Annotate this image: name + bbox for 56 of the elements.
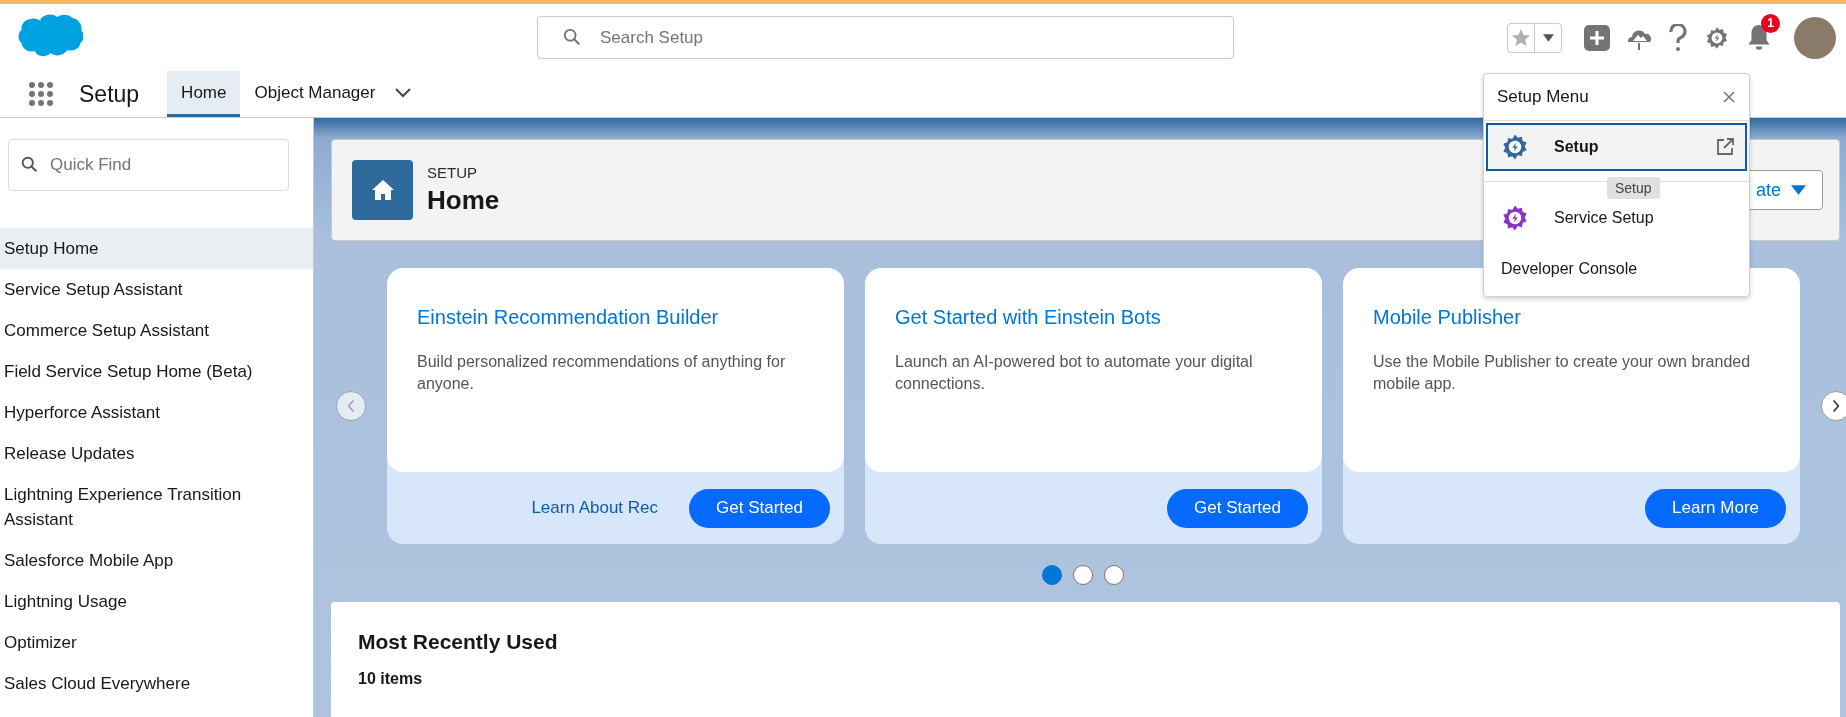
star-icon (1511, 27, 1531, 48)
search-icon (21, 156, 38, 173)
quick-find-field[interactable]: Quick Find (8, 139, 289, 191)
card-title[interactable]: Get Started with Einstein Bots (895, 306, 1292, 329)
card-title[interactable]: Mobile Publisher (1373, 306, 1770, 329)
sidebar-item[interactable]: Commerce Setup Assistant (0, 310, 313, 351)
sidebar-item[interactable]: Optimizer (0, 622, 313, 663)
sidebar-item[interactable]: Lightning Usage (0, 581, 313, 622)
sidebar-item[interactable]: Field Service Setup Home (Beta) (0, 351, 313, 392)
card-description: Use the Mobile Publisher to create your own branded mobile app. (1373, 352, 1752, 394)
sidebar-item[interactable]: Hyperforce Assistant (0, 392, 313, 433)
card-action-button[interactable]: Get Started (1167, 488, 1308, 528)
page-indicator-dot[interactable] (1042, 565, 1062, 585)
card-title[interactable]: Einstein Recommendation Builder (417, 306, 814, 329)
close-icon[interactable] (1723, 91, 1735, 103)
sidebar-item[interactable]: Sales Cloud Everywhere (0, 663, 313, 704)
card-description: Launch an AI-powered bot to automate your digital connections. (895, 352, 1254, 394)
chevron-left-icon (347, 399, 355, 413)
menu-item[interactable]: Developer Console (1484, 242, 1749, 296)
sidebar-item[interactable]: Release Updates (0, 433, 313, 474)
card-action-button[interactable]: Learn More (1645, 488, 1786, 528)
page-eyebrow: SETUP (427, 164, 478, 181)
search-field[interactable]: Search Setup (537, 16, 1234, 59)
nav-tab[interactable]: Home (167, 71, 241, 117)
sidebar-item[interactable]: Salesforce Mobile App (0, 540, 313, 581)
notification-count: 1 (1761, 13, 1780, 33)
item-count: 10 items (358, 670, 424, 688)
learn-link[interactable]: Learn About Rec (531, 498, 659, 518)
chevron-right-icon (1832, 399, 1840, 413)
chevron-down-icon[interactable] (395, 87, 412, 98)
menu-title: Setup Menu (1497, 87, 1589, 107)
card-action-button[interactable]: Get Started (689, 488, 830, 528)
app-name: Setup (79, 79, 140, 109)
card-description: Build personalized recommendations of anything for anyone. (417, 352, 787, 394)
next-button[interactable] (1821, 391, 1846, 421)
plus-icon[interactable] (1584, 24, 1610, 51)
nav-tab[interactable]: Object Manager (240, 71, 426, 117)
caret-icon (1542, 33, 1554, 42)
search-icon (563, 28, 581, 46)
page-indicator-dot[interactable] (1073, 565, 1093, 585)
settings-icon[interactable] (1704, 25, 1730, 50)
page-title: Home (427, 185, 500, 216)
page-indicator-dot[interactable] (1104, 565, 1124, 585)
favorites-button[interactable] (1507, 22, 1562, 53)
tooltip: Setup (1607, 177, 1660, 199)
app-launcher-icon[interactable] (28, 81, 54, 107)
sidebar-item[interactable]: Lightning Experience Transition Assistant (0, 474, 313, 540)
external-link-icon[interactable] (1715, 137, 1735, 157)
panel-title: Most Recently Used (358, 630, 559, 654)
caret-down-icon (1791, 185, 1806, 195)
house-drawing (370, 178, 395, 202)
help-icon[interactable] (1668, 23, 1688, 52)
menu-item[interactable]: Setup (1486, 123, 1747, 171)
sidebar-item[interactable]: Setup Home (0, 228, 313, 269)
sidebar-item[interactable]: Service Setup Assistant (0, 269, 313, 310)
avatar[interactable] (1794, 16, 1836, 59)
